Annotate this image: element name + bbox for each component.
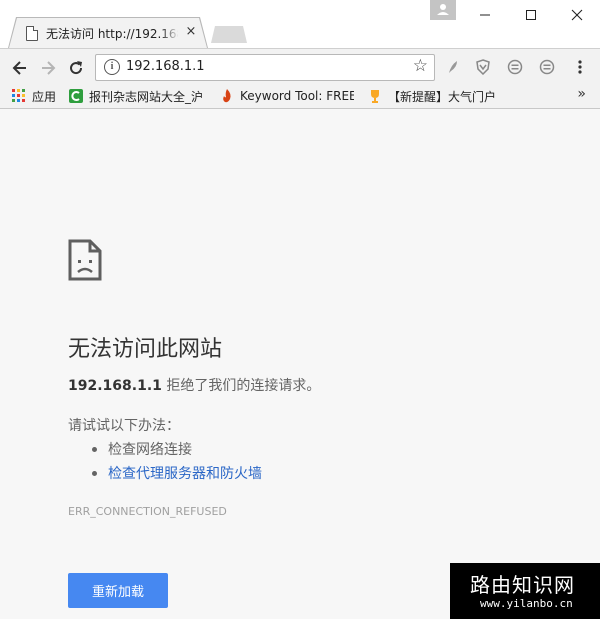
bookmark-label: 【新提醒】大气门户 <box>388 89 497 104</box>
suggestion-check-network: 检查网络连接 <box>92 439 192 459</box>
arrow-right-icon <box>42 61 56 75</box>
green-c-icon <box>69 89 83 103</box>
bookmark-star-icon[interactable]: ☆ <box>413 56 428 76</box>
watermark-title: 路由知识网 <box>470 573 575 597</box>
title-bar: 无法访问 http://192.168.1.1/ × <box>0 0 600 48</box>
minimize-icon <box>480 14 490 16</box>
bookmark-keyword-tool[interactable]: Keyword Tool: FREE <box>220 88 354 104</box>
suggestion-check-proxy-link[interactable]: 检查代理服务器和防火墙 <box>92 463 262 483</box>
error-code: ERR_CONNECTION_REFUSED <box>68 505 227 518</box>
reload-icon <box>70 61 83 75</box>
profile-button[interactable] <box>430 0 456 20</box>
new-tab-button[interactable] <box>211 26 247 43</box>
address-bar-url[interactable]: 192.168.1.1 <box>126 59 205 74</box>
sad-page-icon <box>68 239 102 281</box>
apps-grid-icon <box>12 89 25 102</box>
suggestions-heading: 请试试以下办法： <box>68 418 180 434</box>
person-icon <box>437 4 449 15</box>
minimize-button[interactable] <box>462 0 508 30</box>
info-icon[interactable]: i <box>104 59 120 75</box>
extension-feather-icon[interactable] <box>444 58 462 76</box>
error-host: 192.168.1.1 <box>68 378 162 394</box>
error-detail: 192.168.1.1 拒绝了我们的连接请求。 <box>68 375 320 395</box>
tab-close-icon[interactable]: × <box>184 25 198 39</box>
maximize-button[interactable] <box>508 0 554 30</box>
flame-icon <box>223 89 231 103</box>
extension-circle-icon[interactable] <box>506 58 524 76</box>
browser-toolbar: i 192.168.1.1 ☆ <box>0 48 600 85</box>
extension-circle-icon-2[interactable] <box>538 58 556 76</box>
back-button[interactable] <box>8 56 32 80</box>
extension-shield-icon[interactable] <box>474 58 492 76</box>
address-bar[interactable]: i 192.168.1.1 ☆ <box>95 54 435 81</box>
close-icon <box>571 9 583 21</box>
error-title: 无法访问此网站 <box>68 337 223 362</box>
bookmark-label: Keyword Tool: FREE <box>240 89 354 103</box>
reload-page-button[interactable]: 重新加载 <box>68 573 168 608</box>
tab-title[interactable]: 无法访问 http://192.168.1.1/ <box>46 25 178 41</box>
more-bookmarks-icon[interactable]: » <box>577 86 586 102</box>
page-content: 无法访问此网站 192.168.1.1 拒绝了我们的连接请求。 请试试以下办法：… <box>0 109 600 619</box>
kebab-menu-icon <box>578 60 582 74</box>
close-window-button[interactable] <box>554 0 600 30</box>
page-icon <box>26 26 38 41</box>
bookmark-label: 报刊杂志网站大全_沪 <box>89 89 204 104</box>
error-detail-text: 拒绝了我们的连接请求。 <box>161 378 321 394</box>
bookmark-magazines[interactable]: 报刊杂志网站大全_沪 <box>69 88 205 104</box>
bookmarks-bar: 应用 报刊杂志网站大全_沪 Keyword Tool: FREE 【新提醒】大气… <box>0 84 600 109</box>
bookmark-portal[interactable]: 【新提醒】大气门户 <box>368 88 502 104</box>
reload-button[interactable] <box>64 56 88 80</box>
forward-button[interactable] <box>36 56 60 80</box>
menu-button[interactable] <box>571 58 589 76</box>
arrow-left-icon <box>12 61 26 75</box>
watermark-url: www.yilanbo.cn <box>480 597 573 610</box>
site-watermark: 路由知识网 www.yilanbo.cn <box>450 563 600 619</box>
bookmark-apps[interactable]: 应用 <box>12 88 62 104</box>
maximize-icon <box>526 10 536 20</box>
tab-title-fade <box>160 22 180 42</box>
trophy-icon <box>371 90 379 103</box>
bookmark-label: 应用 <box>32 89 57 104</box>
